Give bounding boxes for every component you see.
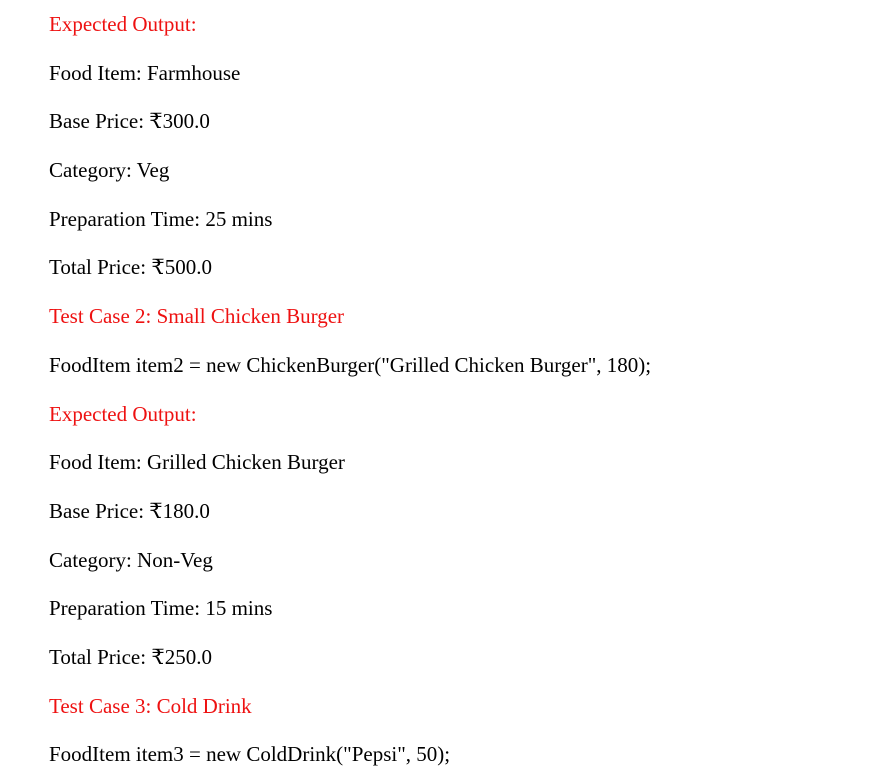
category-line-1: Category: Veg (49, 158, 170, 183)
test-case-3-heading: Test Case 3: Cold Drink (49, 693, 252, 718)
expected-output-heading-1: Expected Output: (49, 12, 197, 36)
category-line-2: Category: Non-Veg (49, 547, 213, 572)
food-item-line-2: Food Item: Grilled Chicken Burger (49, 450, 345, 475)
base-price-line-2: Base Price: ₹180.0 (49, 498, 210, 523)
code-line-item3: FoodItem item3 = new ColdDrink("Pepsi", … (49, 742, 451, 767)
test-case-2-heading: Test Case 2: Small Chicken Burger (49, 304, 345, 329)
preparation-time-line-1: Preparation Time: 25 mins (49, 206, 273, 231)
preparation-time-line-2: Preparation Time: 15 mins (49, 596, 273, 621)
code-line-item2: FoodItem item2 = new ChickenBurger("Gril… (49, 352, 652, 377)
total-price-line-2: Total Price: ₹250.0 (49, 644, 212, 669)
total-price-line-1: Total Price: ₹500.0 (49, 255, 212, 280)
food-item-line-1: Food Item: Farmhouse (49, 60, 241, 85)
base-price-line-1: Base Price: ₹300.0 (49, 109, 210, 134)
expected-output-heading-2: Expected Output: (49, 401, 197, 426)
document-body: Expected Output: Food Item: Farmhouse Ba… (49, 0, 859, 779)
